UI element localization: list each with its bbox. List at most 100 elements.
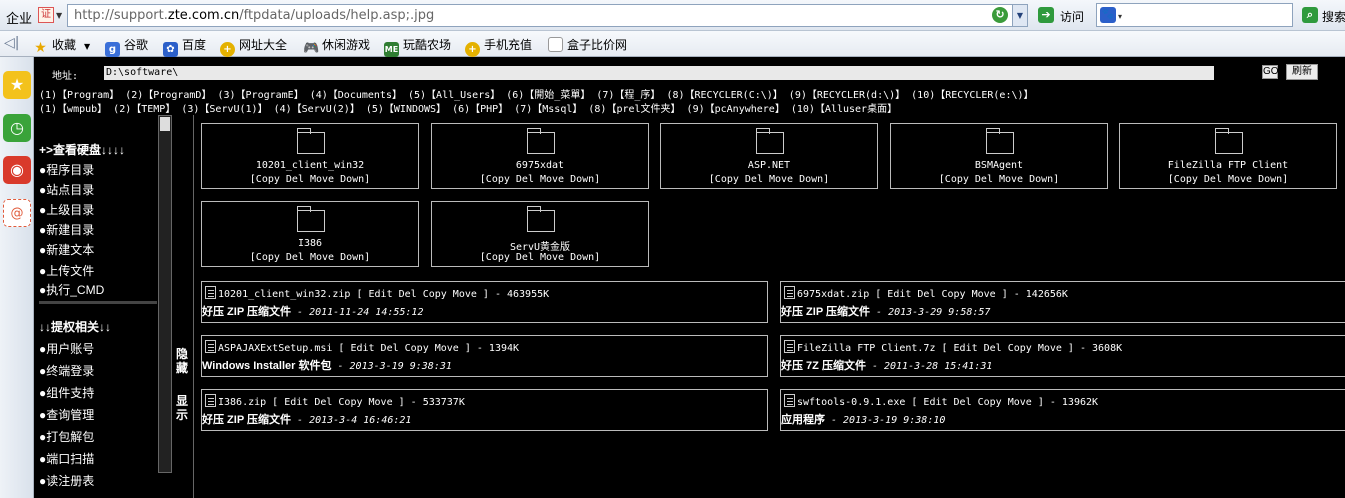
recharge-icon: + — [465, 42, 480, 57]
bookmark-label: 手机充值 — [484, 38, 533, 52]
compat-mode-icon[interactable]: 证 — [38, 7, 54, 23]
menu-item-new-text[interactable]: ●新建文本 — [39, 241, 94, 258]
search-label: 搜索 — [1322, 10, 1345, 24]
file-icon — [205, 394, 216, 407]
menu-item-upload[interactable]: ●上传文件 — [39, 262, 94, 279]
menu-item-terminal-login[interactable]: ●终端登录 — [39, 362, 94, 379]
file-date: - 2011-11-24 14:55:12 — [297, 307, 424, 318]
folder-tile[interactable]: 10201_client_win32 [Copy Del Move Down] — [201, 123, 419, 189]
farm-icon: ME — [384, 42, 399, 57]
folder-name[interactable]: I386 — [202, 238, 418, 249]
bookmark-recharge[interactable]: + 手机充值 — [465, 36, 532, 57]
folder-actions[interactable]: [Copy Del Move Down] — [891, 174, 1107, 185]
refresh-button[interactable]: 刷新 — [1286, 64, 1318, 80]
menu-item-user-accounts[interactable]: ●用户账号 — [39, 340, 94, 357]
file-title[interactable]: 6975xdat.zip [ Edit Del Copy Move ] - 14… — [797, 289, 1068, 300]
folder-name[interactable]: 10201_client_win32 — [202, 160, 418, 171]
folder-name[interactable]: BSMAgent — [891, 160, 1107, 171]
folder-tile[interactable]: 6975xdat [Copy Del Move Down] — [431, 123, 649, 189]
bookmark-label: 玩酷农场 — [403, 38, 452, 52]
search-engine-dropdown-icon[interactable]: ▾ — [1118, 12, 1122, 21]
search-input[interactable]: 🐾 ▾ — [1096, 3, 1293, 27]
file-entry[interactable]: ASPAJAXExtSetup.msi [ Edit Del Copy Move… — [201, 335, 768, 377]
go-button[interactable]: ➔ 访问 — [1036, 5, 1088, 26]
file-type: 应用程序 - 2013-3-19 9:38:10 — [781, 414, 946, 426]
file-entry[interactable]: FileZilla FTP Client.7z [ Edit Del Copy … — [780, 335, 1345, 377]
file-entry[interactable]: 6975xdat.zip [ Edit Del Copy Move ] - 14… — [780, 281, 1345, 323]
menu-item-program-dir[interactable]: ●程序目录 — [39, 161, 94, 178]
folder-tile[interactable]: FileZilla FTP Client [Copy Del Move Down… — [1119, 123, 1337, 189]
gamepad-icon: 🎮 — [303, 41, 320, 56]
sidebar-toggle-icon[interactable]: ◁| — [4, 35, 19, 51]
folder-actions[interactable]: [Copy Del Move Down] — [202, 252, 418, 263]
path-input[interactable]: D:\software\ — [104, 66, 1214, 80]
page-icon — [548, 37, 563, 52]
weibo-icon[interactable]: ◉ — [3, 156, 31, 184]
bookmark-label: 谷歌 — [124, 38, 149, 52]
menu-header-disks[interactable]: +>查看硬盘↓↓↓↓ — [39, 141, 125, 158]
file-title[interactable]: FileZilla FTP Client.7z [ Edit Del Copy … — [797, 343, 1122, 354]
bookmark-baidu[interactable]: ✿ 百度 — [163, 36, 206, 57]
history-clock-icon[interactable]: ◷ — [3, 114, 31, 142]
go-path-button[interactable]: GO — [1262, 65, 1279, 79]
menu-header-privilege[interactable]: ↓↓提权相关↓↓ — [39, 318, 111, 335]
bookmark-favorites[interactable]: ★ 收藏 ▼ — [33, 36, 90, 56]
file-date: - 2013-3-19 9:38:10 — [831, 415, 946, 426]
hide-menu-button[interactable]: 隐藏 — [176, 347, 190, 375]
menu-item-query[interactable]: ●查询管理 — [39, 406, 94, 423]
folder-tile[interactable]: ServU黄金版 [Copy Del Move Down] — [431, 201, 649, 267]
folder-name[interactable]: ServU黄金版 — [432, 238, 648, 253]
bookmark-label: 休闲游戏 — [322, 38, 371, 52]
favorites-star-icon[interactable]: ★ — [3, 71, 31, 99]
folder-tile[interactable]: BSMAgent [Copy Del Move Down] — [890, 123, 1108, 189]
bookmark-games[interactable]: 🎮 休闲游戏 — [303, 36, 370, 56]
file-title[interactable]: I386.zip [ Edit Del Copy Move ] - 533737… — [218, 397, 465, 408]
folder-name[interactable]: FileZilla FTP Client — [1120, 160, 1336, 171]
menu-item-cmd[interactable]: ●执行_CMD — [39, 281, 104, 298]
file-title[interactable]: 10201_client_win32.zip [ Edit Del Copy M… — [218, 289, 549, 300]
bookmark-farm[interactable]: ME 玩酷农场 — [384, 36, 451, 57]
menu-item-parent-dir[interactable]: ●上级目录 — [39, 201, 94, 218]
mode-dropdown-icon[interactable]: ▼ — [56, 11, 62, 20]
browser-sidebar: ★ ◷ ◉ @ — [0, 57, 34, 498]
folder-name[interactable]: ASP.NET — [661, 160, 877, 171]
bookmark-google[interactable]: g 谷歌 — [105, 36, 148, 57]
mail-at-icon[interactable]: @ — [3, 199, 31, 227]
file-title[interactable]: swftools-0.9.1.exe [ Edit Del Copy Move … — [797, 397, 1098, 408]
bookmark-label: 百度 — [182, 38, 207, 52]
file-entry[interactable]: 10201_client_win32.zip [ Edit Del Copy M… — [201, 281, 768, 323]
bookmark-hao123[interactable]: + 网址大全 — [220, 36, 287, 57]
quick-links-row-1[interactable]: (1)【Program】 (2)【ProgramD】 (3)【ProgramE】… — [39, 86, 1034, 101]
folder-actions[interactable]: [Copy Del Move Down] — [202, 174, 418, 185]
menu-item-registry[interactable]: ●读注册表 — [39, 472, 94, 489]
file-entry[interactable]: I386.zip [ Edit Del Copy Move ] - 533737… — [201, 389, 768, 431]
url-dropdown-icon[interactable]: ▼ — [1012, 4, 1028, 27]
file-entry[interactable]: swftools-0.9.1.exe [ Edit Del Copy Move … — [780, 389, 1345, 431]
refresh-icon[interactable]: ↻ — [992, 7, 1008, 23]
menu-scrollbar[interactable] — [158, 115, 172, 473]
panel-divider — [193, 115, 194, 498]
url-field[interactable]: http://support.zte.com.cn/ftpdata/upload… — [67, 4, 1027, 27]
folder-actions[interactable]: [Copy Del Move Down] — [1120, 174, 1336, 185]
folder-name[interactable]: 6975xdat — [432, 160, 648, 171]
folder-tile[interactable]: I386 [Copy Del Move Down] — [201, 201, 419, 267]
file-title[interactable]: ASPAJAXExtSetup.msi [ Edit Del Copy Move… — [218, 343, 519, 354]
folder-tile[interactable]: ASP.NET [Copy Del Move Down] — [660, 123, 878, 189]
menu-item-site-dir[interactable]: ●站点目录 — [39, 181, 94, 198]
folder-actions[interactable]: [Copy Del Move Down] — [432, 252, 648, 263]
file-icon — [205, 340, 216, 353]
folder-actions[interactable]: [Copy Del Move Down] — [432, 174, 648, 185]
bookmark-hezi[interactable]: 盒子比价网 — [548, 36, 627, 53]
menu-item-new-dir[interactable]: ●新建目录 — [39, 221, 94, 238]
menu-item-port-scan[interactable]: ●端口扫描 — [39, 450, 94, 467]
mode-label[interactable]: 企业 — [6, 8, 32, 27]
quick-links-row-2[interactable]: (1)【wmpub】 (2)【TEMP】 (3)【ServU(1)】 (4)【S… — [39, 100, 897, 115]
scroll-up-arrow[interactable] — [160, 117, 170, 131]
left-menu: +>查看硬盘↓↓↓↓ ●程序目录 ●站点目录 ●上级目录 ●新建目录 ●新建文本… — [39, 141, 159, 498]
folder-actions[interactable]: [Copy Del Move Down] — [661, 174, 877, 185]
show-menu-button[interactable]: 显示 — [176, 394, 190, 422]
menu-item-pack[interactable]: ●打包解包 — [39, 428, 94, 445]
go-label: 访问 — [1060, 10, 1085, 24]
search-button[interactable]: ⌕ 搜索 — [1300, 5, 1345, 26]
menu-item-components[interactable]: ●组件支持 — [39, 384, 94, 401]
